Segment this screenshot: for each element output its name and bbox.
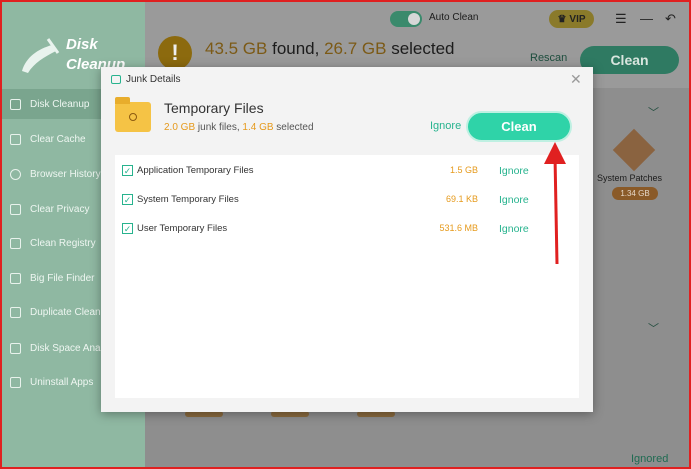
found-amount: 43.5 GB (205, 39, 268, 58)
item-ignore-button[interactable]: Ignore (499, 194, 529, 206)
sidebar-item-label: Clear Privacy (30, 203, 90, 215)
chart-icon (10, 342, 21, 354)
sidebar-item-label: Clean Registry (30, 237, 96, 249)
logo-line-1: Disk (66, 36, 98, 53)
item-size: 69.1 KB (445, 194, 478, 204)
sidebar-item-label: Clear Cache (30, 133, 86, 145)
list-item: ✓ Application Temporary Files 1.5 GB Ign… (115, 157, 579, 185)
category-summary: 2.0 GB junk files, 1.4 GB selected (164, 122, 314, 133)
sidebar-item-label: Browser History (30, 168, 101, 180)
menu-icon[interactable]: ☰ (615, 11, 627, 27)
auto-clean-label: Auto Clean (429, 12, 479, 23)
main-clean-button[interactable]: Clean (580, 46, 679, 74)
system-patches-label: System Patches (597, 173, 663, 183)
annotation-arrow-icon (544, 142, 566, 265)
rescan-link[interactable]: Rescan (530, 52, 567, 64)
dialog-title-icon (111, 75, 121, 84)
list-item: ✓ System Temporary Files 69.1 KB Ignore (115, 186, 579, 214)
globe-icon (10, 168, 21, 180)
temporary-files-folder-icon (115, 97, 151, 132)
sidebar-item-label: Uninstall Apps (30, 376, 94, 388)
selected-amount: 26.7 GB (324, 39, 387, 58)
item-checkbox[interactable]: ✓ (122, 165, 133, 176)
crown-icon: ♛ (557, 13, 567, 25)
item-size: 1.5 GB (449, 165, 478, 175)
auto-clean-toggle[interactable] (390, 11, 422, 27)
category-title: Temporary Files (164, 100, 264, 116)
registry-icon (10, 237, 21, 249)
minimize-icon[interactable]: — (640, 11, 653, 26)
dialog-title: Junk Details (126, 74, 181, 85)
chevron-down-icon[interactable]: ﹀ (648, 104, 659, 120)
item-name: System Temporary Files (137, 194, 239, 205)
ignored-link[interactable]: Ignored (631, 453, 668, 465)
junk-file-list: ✓ Application Temporary Files 1.5 GB Ign… (115, 155, 579, 398)
item-checkbox[interactable]: ✓ (122, 223, 133, 234)
broom-icon (22, 38, 60, 73)
privacy-icon (10, 203, 21, 215)
junk-amount: 2.0 GB (164, 122, 196, 133)
item-ignore-button[interactable]: Ignore (499, 223, 529, 235)
item-checkbox[interactable]: ✓ (122, 194, 133, 205)
selected-word: selected (386, 39, 455, 58)
vip-label: VIP (569, 13, 586, 25)
item-name: Application Temporary Files (137, 165, 254, 176)
list-item: ✓ User Temporary Files 531.6 MB Ignore (115, 215, 579, 243)
chevron-down-icon[interactable]: ﹀ (648, 320, 659, 336)
sidebar-item-label: Big File Finder (30, 272, 95, 284)
cache-icon (10, 133, 21, 145)
warning-icon: ! (158, 36, 192, 70)
sidebar-item-label: Duplicate Cleaner (30, 306, 110, 318)
ignore-category-button[interactable]: Ignore (430, 120, 461, 132)
junk-details-dialog: Junk Details ✕ Temporary Files 2.0 GB ju… (101, 67, 593, 412)
system-patches-icon (612, 128, 656, 172)
clock-icon (129, 113, 137, 121)
selected-amount: 1.4 GB (242, 122, 274, 133)
apps-icon (10, 376, 21, 388)
folder-icon (10, 272, 21, 284)
vip-badge[interactable]: ♛ VIP (549, 10, 594, 28)
item-ignore-button[interactable]: Ignore (499, 165, 529, 177)
duplicate-icon (10, 306, 21, 318)
selected-word: selected (273, 122, 314, 133)
found-word: found, (267, 39, 325, 58)
dialog-clean-button[interactable]: Clean (468, 113, 570, 140)
scan-summary: 43.5 GB found, 26.7 GB selected (205, 39, 455, 59)
back-icon[interactable]: ↶ (665, 11, 676, 27)
sidebar-item-label: Disk Cleanup (30, 98, 90, 110)
close-icon[interactable]: ✕ (570, 71, 582, 88)
junk-word: junk files, (195, 122, 243, 133)
item-name: User Temporary Files (137, 223, 228, 234)
system-patches-size: 1.34 GB (612, 187, 658, 200)
item-size: 531.6 MB (439, 223, 478, 233)
disk-icon (10, 98, 21, 110)
